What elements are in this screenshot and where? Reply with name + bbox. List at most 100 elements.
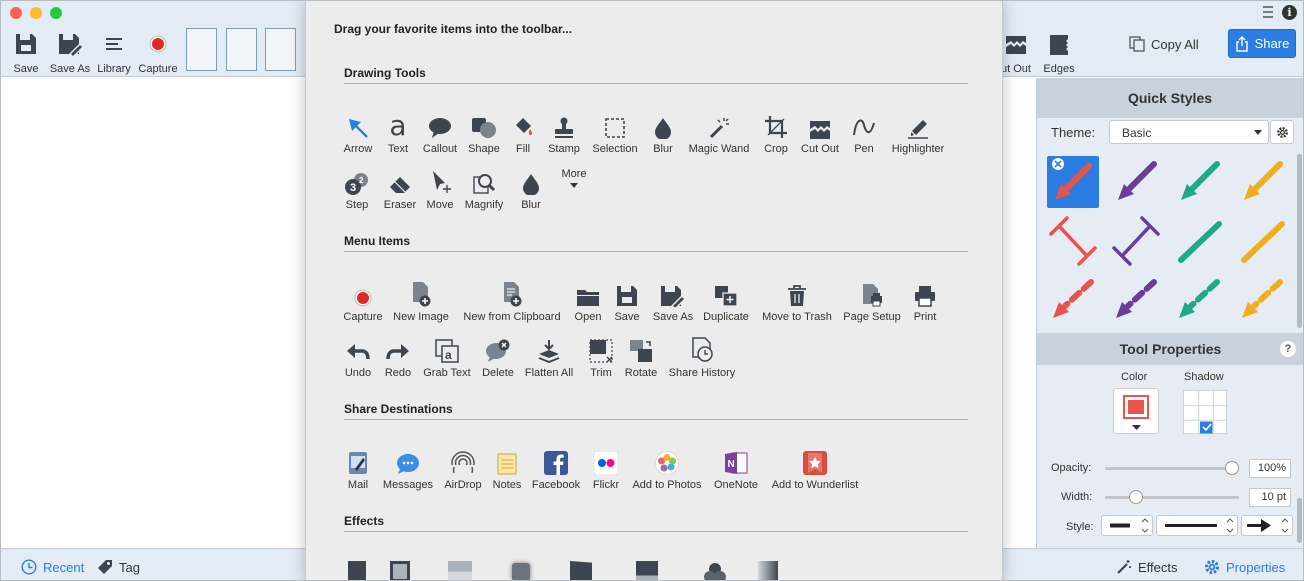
effect-perspective[interactable]	[570, 561, 592, 580]
width-field[interactable]: 10 pt	[1249, 488, 1291, 507]
item-step[interactable]: 3 2 Step	[344, 165, 370, 211]
item-blur[interactable]: Blur	[648, 109, 678, 155]
opacity-field[interactable]: 100%	[1249, 459, 1291, 478]
item-messages[interactable]: Messages	[380, 445, 436, 491]
item-magic-wand[interactable]: Magic Wand	[685, 109, 753, 155]
item-magnify[interactable]: Magnify	[462, 165, 506, 211]
item-rotate[interactable]: Rotate	[622, 333, 660, 379]
item-share-history[interactable]: Share History	[666, 333, 738, 379]
item-flickr[interactable]: Flickr	[590, 445, 622, 491]
item-more[interactable]: More	[558, 168, 590, 188]
item-add-to-photos[interactable]: Add to Photos	[628, 445, 706, 491]
item-mail[interactable]: Mail	[344, 445, 372, 491]
effect-shadow[interactable]	[512, 563, 530, 580]
item-notes[interactable]: Notes	[490, 445, 524, 491]
width-slider[interactable]	[1105, 490, 1239, 504]
width-slider-knob[interactable]	[1129, 490, 1143, 504]
item-onenote[interactable]: N OneNote	[712, 445, 760, 491]
effect-reflection[interactable]	[448, 561, 472, 580]
line-start-select[interactable]	[1101, 515, 1153, 536]
toolbar-edges-button[interactable]: Edges	[1041, 31, 1077, 75]
item-undo[interactable]: Undo	[342, 333, 374, 379]
item-eraser[interactable]: Eraser	[382, 165, 418, 211]
properties-button[interactable]: Properties	[1204, 559, 1285, 575]
effects-button[interactable]: Effects	[1116, 559, 1178, 575]
item-flatten-all[interactable]: Flatten All	[522, 333, 576, 379]
effect-curl[interactable]	[636, 561, 658, 580]
style-swatch[interactable]	[1110, 276, 1162, 328]
toolbar-save-as-button[interactable]: Save As	[48, 31, 92, 75]
item-open[interactable]: Open	[572, 277, 604, 323]
toolbar-empty-slot[interactable]	[226, 28, 257, 71]
item-new-from-clipboard[interactable]: New from Clipboard	[457, 277, 567, 323]
line-style-select[interactable]	[1156, 515, 1238, 536]
item-redo[interactable]: Redo	[382, 333, 414, 379]
color-picker[interactable]	[1113, 388, 1159, 434]
opacity-slider-knob[interactable]	[1225, 461, 1239, 475]
info-icon[interactable]: i	[1282, 5, 1297, 20]
item-crop[interactable]: Crop	[761, 109, 791, 155]
style-swatch[interactable]	[1173, 156, 1225, 208]
item-move-to-trash[interactable]: Move to Trash	[758, 277, 836, 323]
shadow-picker[interactable]	[1183, 390, 1228, 435]
item-save[interactable]: Save	[612, 277, 642, 323]
item-facebook[interactable]: Facebook	[529, 445, 583, 491]
tag-button[interactable]: Tag	[97, 559, 140, 575]
item-pen[interactable]: Pen	[851, 109, 877, 155]
item-stamp[interactable]: Stamp	[546, 109, 582, 155]
effect-torn-edge[interactable]	[348, 561, 366, 580]
quick-styles-scrollbar[interactable]	[1297, 154, 1302, 328]
theme-settings-button[interactable]	[1270, 120, 1294, 144]
item-trim[interactable]: Trim	[586, 333, 616, 379]
item-move[interactable]: Move	[425, 165, 455, 211]
effect-fade[interactable]	[758, 561, 778, 580]
item-page-setup[interactable]: Page Setup	[841, 277, 903, 323]
item-airdrop[interactable]: AirDrop	[442, 445, 484, 491]
style-swatch[interactable]	[1236, 156, 1288, 208]
item-selection[interactable]: Selection	[589, 109, 641, 155]
style-swatch[interactable]	[1047, 276, 1099, 328]
menu-icon[interactable]	[1263, 6, 1273, 18]
recent-button[interactable]: Recent	[21, 559, 84, 575]
item-blur[interactable]: Blur	[516, 165, 546, 211]
close-window-button[interactable]	[10, 7, 22, 19]
item-capture[interactable]: Capture	[340, 277, 386, 323]
item-add-to-wunderlist[interactable]: Add to Wunderlist	[766, 445, 864, 491]
theme-select[interactable]: Basic	[1109, 120, 1269, 144]
help-icon[interactable]: ?	[1280, 341, 1296, 357]
toolbar-empty-slot[interactable]	[265, 28, 296, 71]
tool-properties-scrollbar[interactable]	[1297, 498, 1302, 543]
minimize-window-button[interactable]	[30, 7, 42, 19]
item-arrow[interactable]: Arrow	[342, 109, 374, 155]
item-callout[interactable]: Callout	[420, 109, 460, 155]
item-delete[interactable]: Delete	[480, 333, 516, 379]
copy-all-button[interactable]: Copy All	[1129, 31, 1199, 57]
style-swatch[interactable]	[1110, 216, 1162, 268]
item-duplicate[interactable]: Duplicate	[700, 277, 752, 323]
toolbar-library-button[interactable]: Library	[95, 31, 133, 75]
item-grab-text[interactable]: a Grab Text	[420, 333, 474, 379]
item-fill[interactable]: Fill	[511, 109, 535, 155]
style-swatch-selected[interactable]	[1047, 156, 1099, 208]
toolbar-capture-button[interactable]: Capture	[137, 31, 179, 75]
item-save-as[interactable]: Save As	[649, 277, 697, 323]
share-button[interactable]: Share	[1228, 29, 1296, 58]
style-swatch[interactable]	[1047, 216, 1099, 268]
toolbar-save-button[interactable]: Save	[9, 31, 43, 75]
item-text[interactable]: a Text	[384, 109, 412, 156]
item-highlighter[interactable]: Highlighter	[886, 109, 950, 155]
effect-border[interactable]	[390, 561, 410, 580]
style-swatch[interactable]	[1173, 276, 1225, 328]
style-swatch[interactable]	[1110, 156, 1162, 208]
style-swatch[interactable]	[1236, 216, 1288, 268]
opacity-slider[interactable]	[1105, 461, 1239, 475]
effect-spotlight[interactable]	[704, 561, 726, 580]
style-swatch[interactable]	[1173, 216, 1225, 268]
toolbar-empty-slot[interactable]	[186, 28, 217, 71]
item-print[interactable]: Print	[910, 277, 940, 323]
item-shape[interactable]: Shape	[466, 109, 502, 155]
line-end-select[interactable]	[1241, 515, 1293, 536]
style-swatch[interactable]	[1236, 276, 1288, 328]
item-new-image[interactable]: New Image	[391, 277, 451, 323]
zoom-window-button[interactable]	[50, 7, 62, 19]
